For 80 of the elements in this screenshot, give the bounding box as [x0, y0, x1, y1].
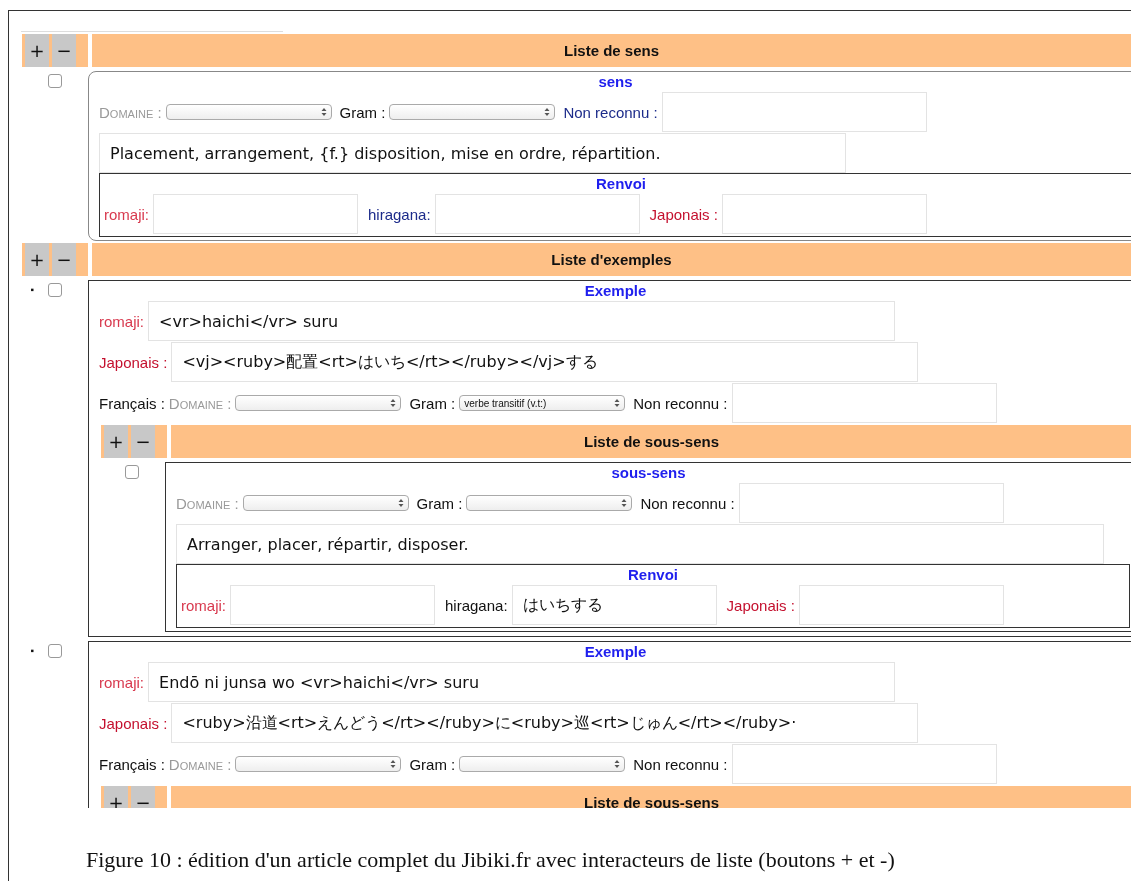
field-label: Domaine : [168, 394, 232, 412]
field-label: Japonais : [649, 205, 718, 223]
definition-field[interactable]: Arranger, placer, répartir, disposer. [176, 524, 1104, 564]
list-header: Liste d'exemples [92, 243, 1131, 276]
remove-button[interactable]: − [52, 34, 76, 67]
field-label: Gram : [409, 394, 456, 412]
caret-icon [320, 107, 327, 117]
input-field[interactable] [721, 194, 927, 234]
input-field[interactable]: <ruby>沿道<rt>えんどう</rt></ruby>に<ruby>巡<rt>じゅん</rt></ruby>· [171, 703, 919, 743]
panel-heading: Renvoi [627, 565, 679, 585]
field-label: Non reconnu : [633, 755, 728, 773]
field-label: romaji: [104, 205, 149, 223]
field-label: romaji: [181, 596, 226, 614]
card-heading: Exemple [583, 281, 648, 301]
card-heading: sens [597, 72, 634, 92]
panel-heading: Renvoi [595, 174, 647, 194]
field-label: Domaine : [168, 755, 232, 773]
field-label: Non reconnu : [640, 494, 735, 512]
field-label: Japonais : [99, 353, 168, 371]
input-field[interactable] [731, 744, 997, 784]
remove-button[interactable]: − [131, 425, 155, 458]
field-label: Non reconnu : [563, 103, 658, 121]
dropdown[interactable] [459, 756, 626, 772]
input-field[interactable] [230, 585, 435, 625]
figure-caption: Figure 10 : édition d'un article complet du Jibiki.fr avec interacteurs de liste (boutons + et -) [86, 847, 895, 873]
field-label: Non reconnu : [633, 394, 728, 412]
input-field[interactable]: <vj><ruby>配置<rt>はいち</rt></ruby></vj>する [171, 342, 919, 382]
list-header: Liste de sous-sens [171, 425, 1131, 458]
field-label: Japonais : [726, 596, 795, 614]
checkbox[interactable] [48, 74, 62, 88]
caret-icon [614, 759, 621, 769]
dropdown[interactable] [165, 104, 332, 120]
remove-button[interactable]: − [131, 786, 155, 808]
dropdown[interactable] [235, 395, 402, 411]
field-label: Japonais : [99, 714, 168, 732]
input-field[interactable] [153, 194, 358, 234]
caret-icon [390, 759, 397, 769]
field-label: hiragana: [445, 596, 508, 614]
caret-icon [390, 398, 397, 408]
dropdown[interactable] [242, 495, 409, 511]
field-label: Domaine : [176, 494, 239, 512]
checkbox[interactable] [48, 283, 62, 297]
dropdown[interactable] [235, 756, 402, 772]
list-header: Liste de sens [92, 34, 1131, 67]
input-field[interactable] [738, 483, 1004, 523]
field-label: romaji: [99, 673, 144, 691]
dropdown[interactable] [389, 104, 556, 120]
field-label: hiragana: [368, 205, 431, 223]
field-label: Gram : [409, 755, 456, 773]
input-field[interactable] [434, 194, 640, 234]
input-field[interactable] [661, 92, 927, 132]
checkbox[interactable] [48, 644, 62, 658]
field-label: romaji: [99, 312, 144, 330]
input-field[interactable]: Endō ni junsa wo <vr>haichi</vr> suru [148, 662, 895, 702]
dropdown[interactable] [466, 495, 633, 511]
caret-icon [544, 107, 551, 117]
add-button[interactable]: + [25, 34, 49, 67]
dropdown[interactable]: verbe transitif (v.t:) [459, 395, 626, 411]
input-field[interactable]: <vr>haichi</vr> suru [148, 301, 895, 341]
field-label: Domaine : [99, 103, 162, 121]
field-label: Gram : [339, 103, 386, 121]
card-heading: Exemple [583, 642, 648, 662]
list-header: Liste de sous-sens [171, 786, 1131, 808]
caret-icon [614, 398, 621, 408]
add-button[interactable]: + [104, 425, 128, 458]
input-field[interactable] [798, 585, 1004, 625]
field-label: Gram : [416, 494, 463, 512]
input-field[interactable]: はいちする [511, 585, 717, 625]
caret-icon [397, 498, 404, 508]
input-field[interactable] [731, 383, 997, 423]
bullet: ▪ [30, 644, 34, 658]
remove-button[interactable]: − [52, 243, 76, 276]
field-label: Français : [99, 755, 165, 773]
field-label: Français : [99, 394, 165, 412]
card-heading: sous-sens [610, 463, 687, 483]
checkbox[interactable] [125, 465, 139, 479]
add-button[interactable]: + [25, 243, 49, 276]
bullet: ▪ [30, 283, 34, 297]
caret-icon [621, 498, 628, 508]
definition-field[interactable]: Placement, arrangement, {f.} disposition, mise en ordre, répartition. [99, 133, 846, 173]
